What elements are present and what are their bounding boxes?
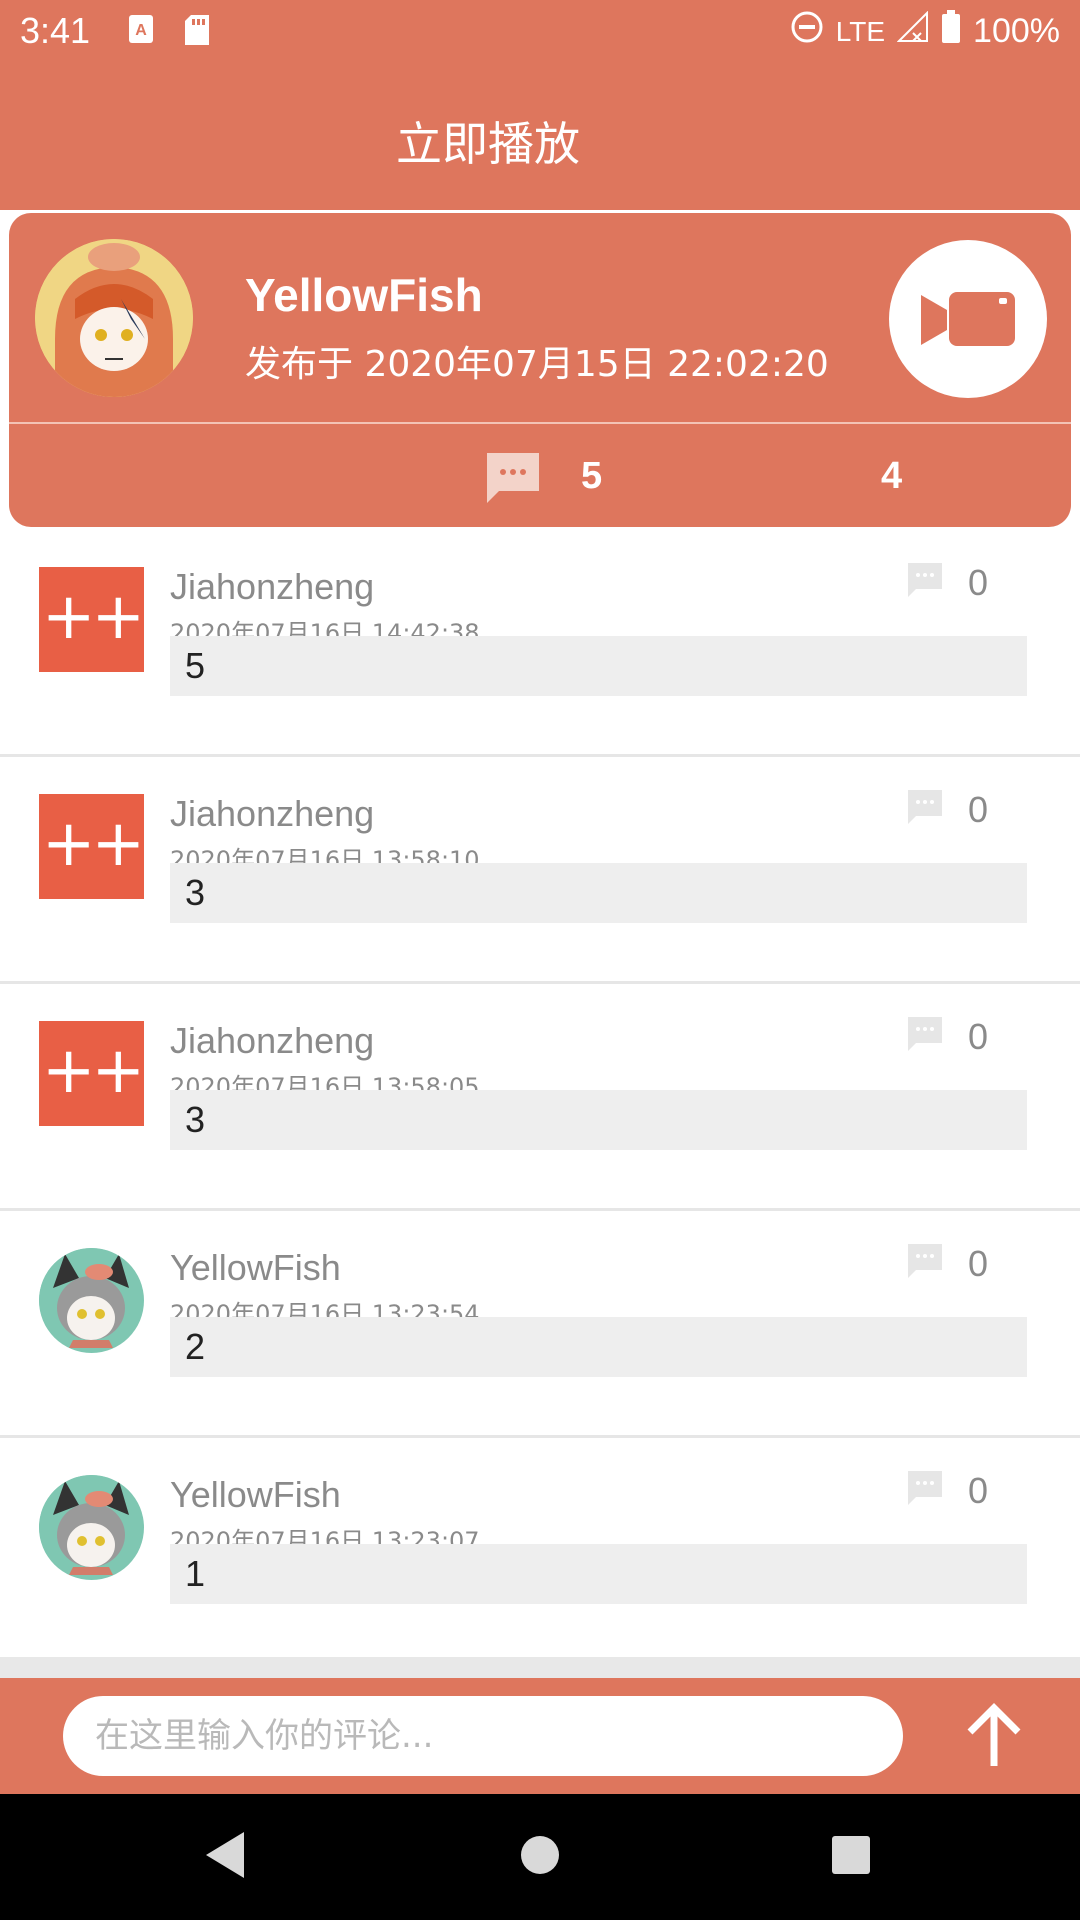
comment-input[interactable] (63, 1696, 903, 1776)
comment-item[interactable]: YellowFish 2020年07月16日 13:23:07 0 1 (0, 1438, 1080, 1657)
comment-input-bar (0, 1678, 1080, 1794)
battery-percent: 100% (973, 12, 1060, 50)
sd-card-icon (184, 14, 210, 51)
comment-item[interactable]: ++ Jiahonzheng 2020年07月16日 13:58:10 0 3 (0, 757, 1080, 984)
commenter-name[interactable]: YellowFish (170, 1247, 341, 1289)
status-time: 3:41 (20, 10, 91, 51)
network-type: LTE (835, 15, 886, 47)
reply-count: 0 (968, 1470, 989, 1511)
comment-item[interactable]: ++ Jiahonzheng 2020年07月16日 13:58:05 0 3 (0, 984, 1080, 1211)
post-divider (9, 422, 1071, 424)
commenter-name[interactable]: Jiahonzheng (170, 793, 374, 835)
comment-text: 3 (170, 1090, 1027, 1150)
comment-text: 1 (170, 1544, 1027, 1604)
post-like-count: 4 (881, 455, 903, 497)
author-avatar[interactable] (35, 239, 193, 397)
home-icon[interactable] (519, 1830, 561, 1885)
app-header: 立即播放 (0, 63, 1080, 210)
status-bar: 3:41 A LTE 100% (0, 0, 1080, 63)
reply-count: 0 (968, 1016, 989, 1057)
reply-icon[interactable] (906, 1242, 944, 1285)
reply-icon[interactable] (906, 788, 944, 831)
keyboard-notification-icon: A (128, 14, 154, 49)
recents-icon[interactable] (830, 1830, 872, 1885)
signal-icon (896, 10, 929, 52)
status-right: LTE 100% (790, 10, 1060, 53)
system-nav-bar (0, 1794, 1080, 1920)
post-author-name[interactable]: YellowFish (245, 268, 483, 322)
back-icon[interactable] (204, 1830, 246, 1885)
send-button[interactable] (958, 1700, 1030, 1772)
commenter-avatar[interactable]: ++ (39, 567, 145, 672)
commenter-avatar[interactable]: ++ (39, 1021, 145, 1126)
commenter-avatar[interactable] (39, 1248, 144, 1353)
commenter-name[interactable]: Jiahonzheng (170, 1020, 374, 1062)
comment-bubble-icon[interactable] (485, 451, 541, 510)
list-end-divider (0, 1657, 1080, 1678)
reply-count: 0 (968, 562, 989, 603)
svg-text:A: A (135, 22, 147, 39)
do-not-disturb-icon (790, 10, 824, 53)
arrow-up-icon (967, 1703, 1021, 1766)
reply-count: 0 (968, 789, 989, 830)
post-comment-count: 5 (581, 455, 603, 497)
reply-icon[interactable] (906, 561, 944, 604)
post-card: YellowFish 发布于 2020年07月15日 22:02:20 5 4 (9, 213, 1071, 527)
comment-item[interactable]: YellowFish 2020年07月16日 13:23:54 0 2 (0, 1211, 1080, 1438)
video-camera-icon (921, 292, 1015, 346)
post-publish-time: 发布于 2020年07月15日 22:02:20 (245, 344, 829, 385)
comment-item[interactable]: ++ Jiahonzheng 2020年07月16日 14:42:38 0 5 (0, 530, 1080, 757)
video-play-button[interactable] (889, 240, 1047, 398)
commenter-name[interactable]: YellowFish (170, 1474, 341, 1516)
comment-text: 2 (170, 1317, 1027, 1377)
reply-icon[interactable] (906, 1469, 944, 1512)
commenter-name[interactable]: Jiahonzheng (170, 566, 374, 608)
commenter-avatar[interactable]: ++ (39, 794, 145, 899)
reply-icon[interactable] (906, 1015, 944, 1058)
comment-text: 5 (170, 636, 1027, 696)
reply-count: 0 (968, 1243, 989, 1284)
commenter-avatar[interactable] (39, 1475, 144, 1580)
page-title: 立即播放 (396, 117, 580, 171)
battery-icon (941, 10, 961, 53)
comment-text: 3 (170, 863, 1027, 923)
